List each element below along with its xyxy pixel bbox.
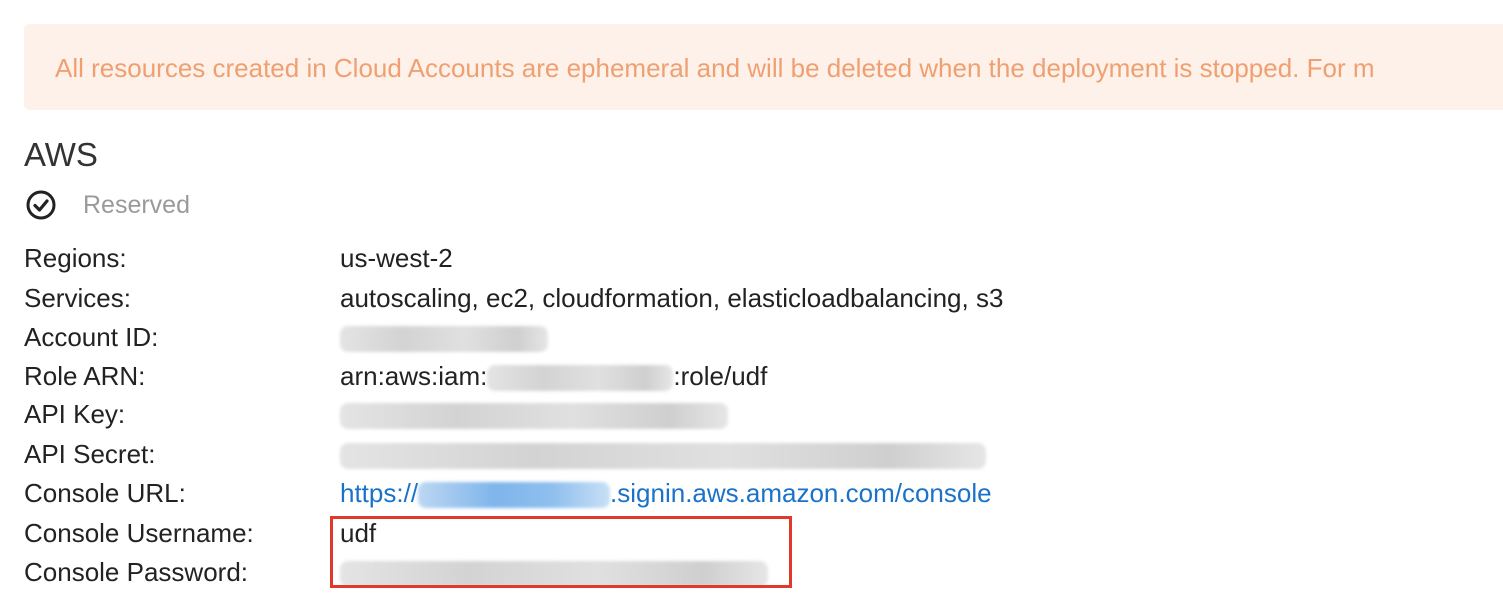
- console-url-label: Console URL:: [24, 478, 186, 508]
- role-arn-label: Role ARN:: [24, 361, 146, 391]
- account-id-value: [340, 319, 548, 355]
- redacted-account-id: [340, 326, 548, 353]
- status-row: Reserved: [24, 188, 190, 222]
- redacted-api-secret: [340, 443, 986, 470]
- redacted-role-arn: [487, 365, 674, 392]
- console-url-link[interactable]: https:// .signin.aws.amazon.com/console: [340, 475, 992, 511]
- regions-label: Regions:: [24, 243, 127, 273]
- info-banner: All resources created in Cloud Accounts …: [24, 24, 1503, 110]
- role-arn-value: arn:aws:iam: :role/udf: [340, 358, 767, 394]
- console-username-label: Console Username:: [24, 518, 254, 548]
- console-password-label: Console Password:: [24, 557, 248, 587]
- api-secret-label: API Secret:: [24, 439, 156, 469]
- redacted-api-key: [340, 403, 728, 430]
- account-title: AWS: [24, 136, 98, 173]
- services-value: autoscaling, ec2, cloudformation, elasti…: [340, 283, 1004, 313]
- api-secret-value: [340, 436, 986, 472]
- credentials-highlight-box: [330, 516, 792, 588]
- regions-value: us-west-2: [340, 243, 453, 273]
- services-label: Services:: [24, 283, 131, 313]
- api-key-label: API Key:: [24, 399, 126, 429]
- check-circle-icon: [24, 188, 58, 222]
- role-arn-suffix: :role/udf: [673, 361, 768, 391]
- console-url-prefix[interactable]: https://: [340, 478, 418, 508]
- redacted-console-url[interactable]: [418, 482, 611, 509]
- role-arn-prefix: arn:aws:iam:: [340, 361, 488, 391]
- console-url-suffix[interactable]: .signin.aws.amazon.com/console: [610, 478, 992, 508]
- banner-text: All resources created in Cloud Accounts …: [55, 53, 1375, 83]
- status-label: Reserved: [83, 190, 190, 219]
- account-id-label: Account ID:: [24, 322, 159, 352]
- api-key-value: [340, 396, 728, 432]
